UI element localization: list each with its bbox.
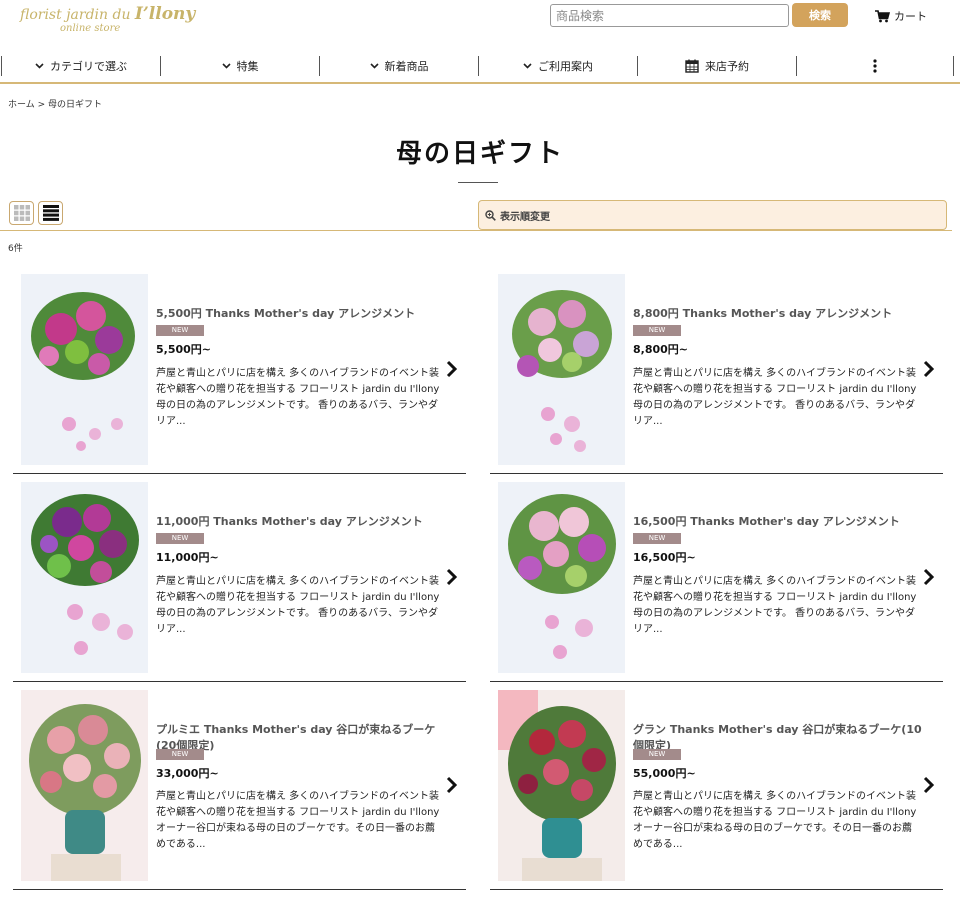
product-item[interactable]: グラン Thanks Mother's day 谷口が束ねるブーケ(10個限定)… — [490, 690, 943, 890]
nav-item-more[interactable] — [796, 56, 954, 76]
search-input[interactable] — [550, 4, 789, 27]
product-price: 16,500円~ — [633, 551, 696, 564]
search-button[interactable]: 検索 — [792, 3, 848, 27]
new-badge: NEW — [156, 325, 204, 336]
grid-view-button[interactable] — [9, 201, 34, 225]
page-title: 母の日ギフト — [395, 139, 564, 169]
chevron-right-icon[interactable] — [445, 776, 459, 794]
product-description: 芦屋と青山とパリに店を構え 多くのハイブランドのイベント装花や顧客への贈り花を担… — [156, 576, 440, 635]
more-vertical-icon — [873, 59, 877, 73]
new-badge: NEW — [633, 325, 681, 336]
site-header: florist jardin du I’llony online store 検… — [0, 0, 960, 50]
result-count: 6件 — [8, 244, 23, 254]
product-name[interactable]: 5,500円 Thanks Mother's day アレンジメント — [156, 306, 446, 322]
chevron-right-icon[interactable] — [922, 776, 936, 794]
cart-label: カート — [894, 10, 927, 23]
new-badge: NEW — [633, 749, 681, 760]
nav-item-guide[interactable]: ご利用案内 — [478, 56, 637, 76]
toolbar-divider — [0, 230, 952, 231]
product-divider — [13, 889, 466, 890]
product-price: 33,000円~ — [156, 767, 219, 780]
bouquet-image — [21, 690, 148, 881]
nav-divider — [0, 82, 960, 84]
product-description: 芦屋と青山とパリに店を構え 多くのハイブランドのイベント装花や顧客への贈り花を担… — [156, 791, 440, 850]
product-description: 芦屋と青山とパリに店を構え 多くのハイブランドのイベント装花や顧客への贈り花を担… — [633, 791, 917, 850]
nav-item-feature[interactable]: 特集 — [160, 56, 319, 76]
product-image[interactable] — [21, 274, 148, 465]
sort-label: 表示順変更 — [500, 211, 550, 223]
product-description: 芦屋と青山とパリに店を構え 多くのハイブランドのイベント装花や顧客への贈り花を担… — [633, 368, 917, 427]
product-item[interactable]: 8,800円 Thanks Mother's day アレンジメント NEW 8… — [490, 274, 943, 474]
product-image[interactable] — [498, 690, 625, 881]
bouquet-image — [498, 690, 625, 881]
breadcrumb-current: 母の日ギフト — [48, 100, 103, 110]
flower-arrangement-image — [21, 482, 148, 673]
breadcrumb: ホーム > 母の日ギフト — [8, 97, 102, 110]
flower-arrangement-image — [498, 274, 625, 465]
product-item[interactable]: 16,500円 Thanks Mother's day アレンジメント NEW … — [490, 482, 943, 682]
nav-item-category[interactable]: カテゴリで選ぶ — [1, 56, 160, 76]
product-price: 11,000円~ — [156, 551, 219, 564]
main-nav: カテゴリで選ぶ 特集 新着商品 ご利用案内 来店予約 — [0, 56, 960, 76]
product-price: 5,500円~ — [156, 343, 212, 356]
list-view-button[interactable] — [38, 201, 63, 225]
chevron-right-icon[interactable] — [445, 360, 459, 378]
product-description: 芦屋と青山とパリに店を構え 多くのハイブランドのイベント装花や顧客への贈り花を担… — [156, 368, 440, 427]
product-item[interactable]: 5,500円 Thanks Mother's day アレンジメント NEW 5… — [13, 274, 466, 474]
cart-icon — [875, 9, 890, 22]
grid-view-icon — [13, 205, 30, 221]
logo-line2: online store — [60, 23, 121, 34]
chevron-down-icon — [221, 63, 231, 69]
chevron-down-icon — [369, 63, 379, 69]
cart-link[interactable]: カート — [875, 8, 927, 24]
nav-label: 新着商品 — [384, 60, 429, 73]
nav-item-new-arrivals[interactable]: 新着商品 — [319, 56, 478, 76]
chevron-right-icon[interactable] — [922, 568, 936, 586]
calendar-icon — [685, 59, 699, 73]
chevron-down-icon — [523, 63, 532, 69]
product-description: 芦屋と青山とパリに店を構え 多くのハイブランドのイベント装花や顧客への贈り花を担… — [633, 576, 917, 635]
product-divider — [490, 889, 943, 890]
product-divider — [13, 681, 466, 682]
title-underline — [458, 182, 498, 183]
chevron-right-icon[interactable] — [922, 360, 936, 378]
product-image[interactable] — [21, 482, 148, 673]
product-name[interactable]: 11,000円 Thanks Mother's day アレンジメント — [156, 514, 446, 530]
nav-label: ご利用案内 — [538, 60, 593, 73]
nav-label: 特集 — [236, 60, 259, 73]
product-image[interactable] — [498, 274, 625, 465]
product-divider — [490, 473, 943, 474]
search-plus-icon — [485, 209, 496, 221]
nav-label: カテゴリで選ぶ — [50, 60, 127, 73]
logo-line1: florist jardin du I’llony — [20, 4, 196, 24]
chevron-right-icon[interactable] — [445, 568, 459, 586]
flower-arrangement-image — [498, 482, 625, 673]
chevron-down-icon — [35, 63, 44, 69]
product-divider — [13, 473, 466, 474]
nav-label: 来店予約 — [705, 60, 749, 73]
breadcrumb-home[interactable]: ホーム — [8, 100, 35, 110]
sort-order-button[interactable]: 表示順変更 — [478, 200, 947, 230]
breadcrumb-separator: > — [37, 100, 46, 110]
product-item[interactable]: 11,000円 Thanks Mother's day アレンジメント NEW … — [13, 482, 466, 682]
product-price: 8,800円~ — [633, 343, 689, 356]
product-price: 55,000円~ — [633, 767, 696, 780]
product-image[interactable] — [21, 690, 148, 881]
product-name[interactable]: 8,800円 Thanks Mother's day アレンジメント — [633, 306, 923, 322]
new-badge: NEW — [156, 749, 204, 760]
new-badge: NEW — [156, 533, 204, 544]
nav-item-reservation[interactable]: 来店予約 — [637, 56, 796, 76]
product-item[interactable]: プルミエ Thanks Mother's day 谷口が束ねるブーケ(20個限定… — [13, 690, 466, 890]
product-divider — [490, 681, 943, 682]
product-image[interactable] — [498, 482, 625, 673]
store-logo[interactable]: florist jardin du I’llony online store — [20, 4, 196, 38]
flower-arrangement-image — [21, 274, 148, 465]
new-badge: NEW — [633, 533, 681, 544]
product-name[interactable]: 16,500円 Thanks Mother's day アレンジメント — [633, 514, 923, 530]
list-view-icon — [42, 205, 59, 221]
